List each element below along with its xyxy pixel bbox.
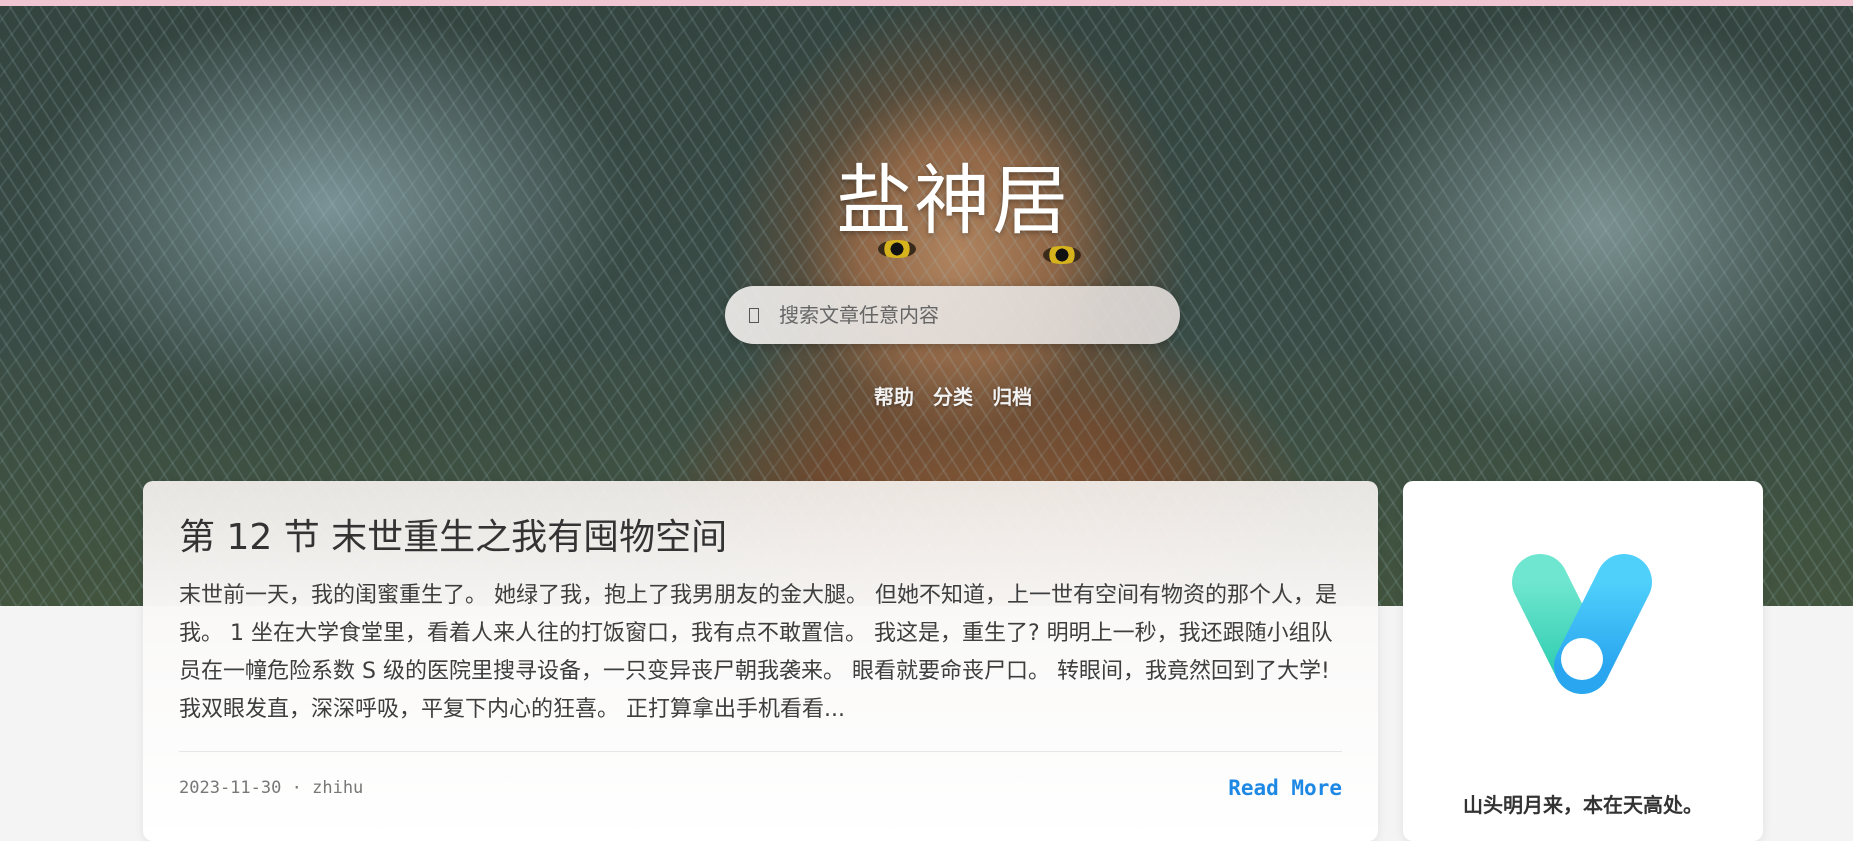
- v-logo-icon: [1512, 554, 1652, 694]
- post-author: zhihu: [312, 778, 364, 798]
- search-box[interactable]: [725, 286, 1180, 344]
- top-accent-bar: [0, 0, 1853, 6]
- post-divider: [179, 751, 1342, 752]
- read-more-link[interactable]: Read More: [1228, 776, 1342, 800]
- main-nav: 帮助 分类 归档: [0, 381, 1853, 410]
- nav-item-help[interactable]: 帮助: [874, 385, 914, 409]
- post-date-author: 2023-11-30 · zhihu: [179, 778, 363, 798]
- post-title[interactable]: 第 12 节 末世重生之我有囤物空间: [179, 511, 1342, 565]
- profile-motto: 山头明月来，本在天高处。: [1463, 793, 1703, 817]
- post-card: 第 12 节 末世重生之我有囤物空间 末世前一天，我的闺蜜重生了。 她绿了我，抱…: [143, 481, 1378, 841]
- site-title[interactable]: 盐神居: [0, 139, 1853, 249]
- nav-item-categories[interactable]: 分类: [933, 385, 973, 409]
- meta-separator: ·: [291, 778, 302, 798]
- search-icon: [749, 307, 759, 323]
- profile-card: 山头明月来，本在天高处。: [1403, 481, 1763, 841]
- post-excerpt: 末世前一天，我的闺蜜重生了。 她绿了我，抱上了我男朋友的金大腿。 但她不知道，上…: [179, 583, 1337, 722]
- nav-item-archive[interactable]: 归档: [992, 385, 1032, 409]
- post-meta: 2023-11-30 · zhihu Read More: [179, 776, 1342, 800]
- post-date: 2023-11-30: [179, 778, 282, 798]
- search-input[interactable]: [777, 302, 1161, 328]
